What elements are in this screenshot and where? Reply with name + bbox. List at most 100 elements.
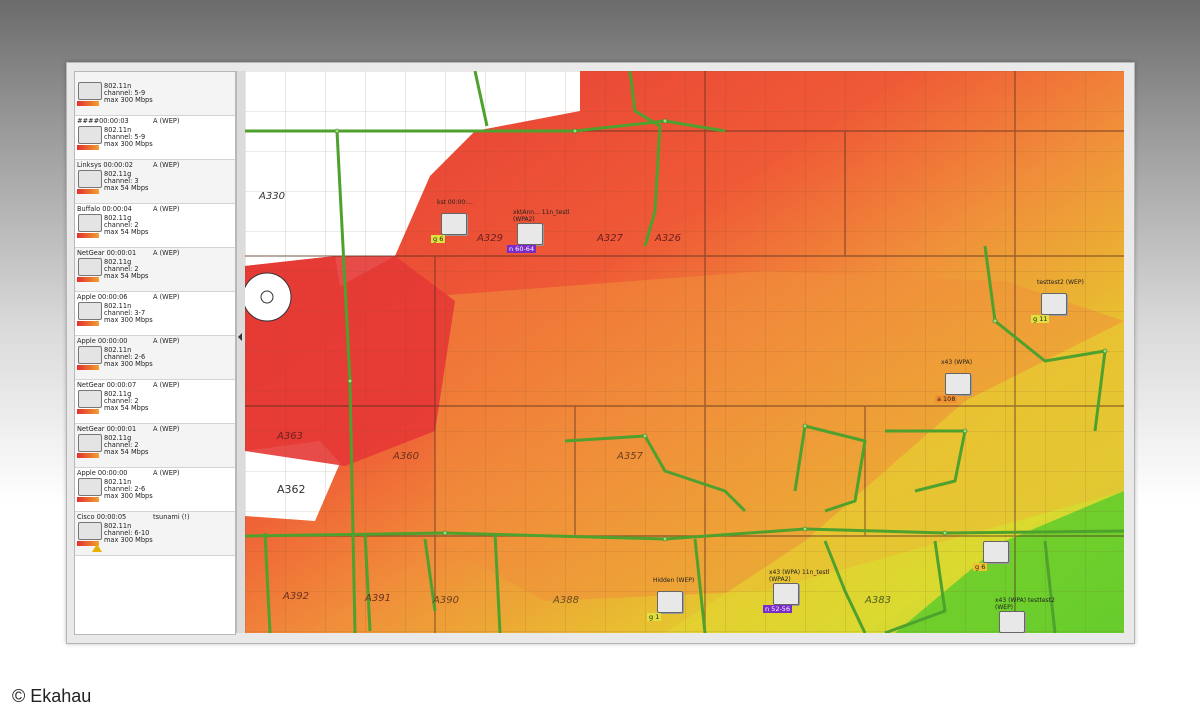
ap-marker-label: x43 (WPA) [941, 359, 973, 366]
access-point-list-item[interactable]: Apple 00:00:00 A (WEP) 802.11n channel: 2-6… [75, 336, 235, 380]
ap-name: Apple 00:00:06 [77, 293, 128, 301]
access-point-list-item[interactable]: Apple 00:00:00 A (WEP) 802.11n channel: 2-6… [75, 468, 235, 512]
ap-name: NetGear 00:00:07 [77, 381, 137, 389]
access-point-list-item[interactable]: NetGear 00:00:01 A (WEP) 802.11g channel: 2… [75, 424, 235, 468]
ap-rate: max 300 Mbps [104, 492, 153, 500]
ap-name: NetGear 00:00:01 [77, 425, 137, 433]
ap-rate: max 54 Mbps [104, 448, 149, 456]
ap-encryption: A (WEP) [153, 205, 180, 213]
ap-rate: max 54 Mbps [104, 404, 149, 412]
warning-icon [92, 544, 102, 552]
ap-channel-badge: n 52-56 [763, 605, 793, 613]
router-icon [1041, 293, 1067, 315]
access-point-list-item[interactable]: ####00:00:03 A (WEP) 802.11n channel: 5-9 ma… [75, 116, 235, 160]
ap-rate: max 300 Mbps [104, 360, 153, 368]
access-point-list-item[interactable]: Linksys 00:00:02 A (WEP) 802.11g channel: 3… [75, 160, 235, 204]
ap-marker-label: kst 00:00:... [437, 199, 473, 206]
ap-marker-label: testtest2 (WEP) [1037, 279, 1084, 286]
signal-strength-bar [77, 365, 99, 370]
signal-strength-bar [77, 277, 99, 282]
ap-marker-label: x43 (WPA) testtest2 (WEP) [995, 597, 1055, 611]
signal-strength-bar [77, 145, 99, 150]
ap-name: Cisco 00:00:05 [77, 513, 127, 521]
ap-channel-badge: g 6 [431, 235, 446, 243]
access-point-list-item[interactable]: Apple 00:00:06 A (WEP) 802.11n channel: 3-7… [75, 292, 235, 336]
room-label-a363: A363 [277, 431, 303, 442]
ap-rate: max 54 Mbps [104, 228, 149, 236]
access-point-marker[interactable]: g 6 [973, 539, 1043, 579]
ap-encryption: A (WEP) [153, 293, 180, 301]
application-window: 802.11n channel: 5-9 max 300 Mbps ####00:00… [66, 62, 1135, 644]
room-label-a327: A327 [597, 233, 623, 244]
ap-name: NetGear 00:00:01 [77, 249, 137, 257]
room-label-a392: A392 [283, 591, 309, 602]
signal-strength-bar [77, 497, 99, 502]
ap-channel-badge: g 6 [973, 563, 988, 571]
access-point-marker[interactable]: testtest2 (WEP) g 11 [1031, 279, 1101, 331]
signal-strength-bar [77, 409, 99, 414]
ap-rate: max 54 Mbps [104, 272, 149, 280]
heatmap-floorplan[interactable]: A362 A363 A360 A357 A392 A391 A390 A388 … [245, 71, 1124, 633]
router-icon [78, 302, 102, 320]
access-point-list[interactable]: 802.11n channel: 5-9 max 300 Mbps ####00:00… [74, 71, 236, 635]
room-label-a330: A330 [259, 191, 285, 202]
ap-channel-badge: g 11 [1031, 315, 1050, 323]
ap-encryption: A (WEP) [153, 249, 180, 257]
ap-name: Apple 00:00:00 [77, 469, 128, 477]
ap-rate: max 300 Mbps [104, 140, 153, 148]
router-icon [441, 213, 467, 235]
access-point-list-item[interactable]: NetGear 00:00:07 A (WEP) 802.11g channel: 2… [75, 380, 235, 424]
router-icon [657, 591, 683, 613]
room-label-a360: A360 [393, 451, 419, 462]
ap-encryption: A (WEP) [153, 161, 180, 169]
signal-strength-bar [77, 101, 99, 106]
ap-name: ####00:00:03 [77, 117, 129, 125]
room-label-a388: A388 [553, 595, 579, 606]
ap-rate: max 300 Mbps [104, 536, 153, 544]
room-label-a357: A357 [617, 451, 643, 462]
copyright-notice: © Ekahau [12, 686, 92, 706]
router-icon [999, 611, 1025, 633]
signal-strength-bar [77, 453, 99, 458]
router-icon [78, 214, 102, 232]
router-icon [773, 583, 799, 605]
ap-marker-label: x43 (WPA) 11n_testl (WPA2) [769, 569, 830, 583]
router-icon [517, 223, 543, 245]
collapse-arrow-icon[interactable] [238, 333, 242, 341]
room-label-a383: A383 [865, 595, 891, 606]
signal-strength-bar [77, 189, 99, 194]
router-icon [78, 258, 102, 276]
signal-strength-bar [77, 233, 99, 238]
access-point-marker[interactable]: xktAnn... 11n_testl (WPA2) n 60-64 [507, 209, 577, 261]
router-icon [78, 522, 102, 540]
access-point-list-item[interactable]: 802.11n channel: 5-9 max 300 Mbps [75, 72, 235, 116]
ap-marker-label: Hidden (WEP) [653, 577, 695, 584]
room-label-a362: A362 [277, 483, 306, 496]
access-point-list-item[interactable]: Buffalo 00:00:04 A (WEP) 802.11g channel: 2… [75, 204, 235, 248]
ap-name: Apple 00:00:00 [77, 337, 128, 345]
access-point-list-item[interactable]: NetGear 00:00:01 A (WEP) 802.11g channel: 2… [75, 248, 235, 292]
access-point-marker[interactable]: x43 (WPA) 11n_testl (WPA2) n 52-56 [763, 569, 833, 621]
ap-rate: max 300 Mbps [104, 316, 153, 324]
router-icon [78, 434, 102, 452]
ap-name: Linksys 00:00:02 [77, 161, 133, 169]
router-icon [78, 346, 102, 364]
router-icon [78, 126, 102, 144]
room-label-a391: A391 [365, 593, 391, 604]
access-point-marker[interactable]: kst 00:00:... g 6 [431, 199, 501, 251]
staircase [245, 272, 292, 322]
ap-rate: max 54 Mbps [104, 184, 149, 192]
ap-encryption: A (WEP) [153, 117, 180, 125]
access-point-marker[interactable]: Hidden (WEP) g 1 [647, 577, 717, 629]
ap-name: Buffalo 00:00:04 [77, 205, 132, 213]
ap-channel-badge: g 1 [647, 613, 662, 621]
signal-strength-bar [77, 321, 99, 326]
access-point-list-item[interactable]: Cisco 00:00:05 tsunami (!) 802.11n channel:… [75, 512, 235, 556]
ap-encryption: A (WEP) [153, 337, 180, 345]
router-icon [78, 170, 102, 188]
ap-channel-badge: n 60-64 [507, 245, 537, 253]
access-point-marker[interactable]: x43 (WPA) testtest2 (WEP) [989, 597, 1059, 633]
access-point-marker[interactable]: x43 (WPA) a 108 [935, 359, 1005, 411]
ap-encryption: A (WEP) [153, 381, 180, 389]
router-icon [983, 541, 1009, 563]
